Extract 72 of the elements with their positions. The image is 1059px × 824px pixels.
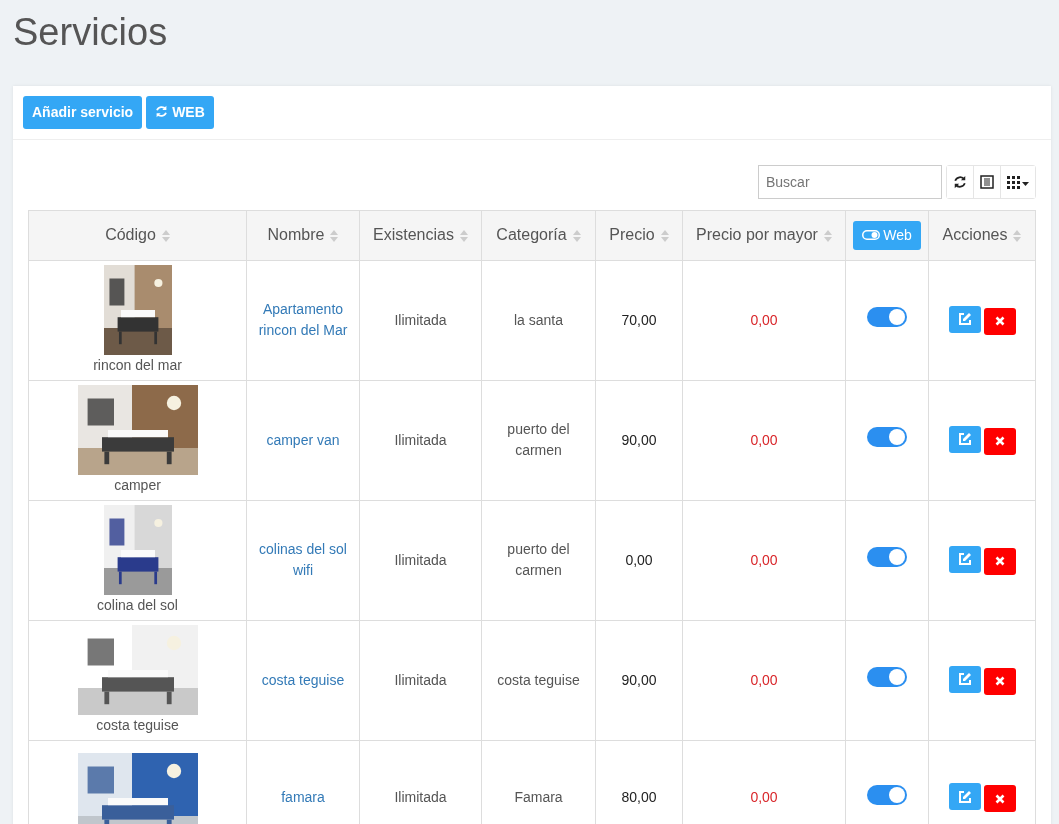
image-caption: colina del sol <box>96 595 179 615</box>
grid-icon <box>1007 175 1029 189</box>
stock-text: Ilimitada <box>394 789 447 806</box>
wholesale-price-text: 0,00 <box>750 551 778 568</box>
price-text: 90,00 <box>621 431 657 448</box>
stock-text: Ilimitada <box>394 431 447 448</box>
refresh-button[interactable] <box>947 165 974 198</box>
column-header[interactable]: Precio <box>609 226 655 244</box>
price-text: 0,00 <box>625 551 653 568</box>
stock-text: Ilimitada <box>394 671 447 688</box>
web-column-button[interactable]: Web <box>853 220 921 250</box>
category-text: costa teguise <box>497 671 580 688</box>
delete-button[interactable] <box>983 667 1016 695</box>
column-header[interactable]: Nombre <box>267 226 325 244</box>
list-icon <box>980 175 994 190</box>
close-icon <box>994 793 1005 804</box>
edit-icon <box>957 789 972 804</box>
sort-icon <box>660 228 669 243</box>
price-text: 90,00 <box>621 671 657 688</box>
sort-icon <box>459 228 468 243</box>
price-text: 70,00 <box>621 311 657 328</box>
service-name-link[interactable]: camper van <box>255 429 351 451</box>
web-toggle[interactable] <box>867 784 907 805</box>
refresh-icon <box>953 175 967 190</box>
close-icon <box>994 676 1005 687</box>
close-icon <box>994 316 1005 327</box>
sort-icon <box>823 228 832 243</box>
stock-text: Ilimitada <box>394 311 447 328</box>
column-header[interactable]: Código <box>105 226 156 244</box>
search-field[interactable]: Buscar <box>758 164 942 199</box>
web-toggle[interactable] <box>867 667 907 688</box>
close-icon <box>994 556 1005 567</box>
image-caption: rincon del mar <box>92 355 183 375</box>
delete-button[interactable] <box>983 785 1016 813</box>
web-sync-button[interactable]: WEB <box>146 95 214 129</box>
edit-button[interactable] <box>948 305 981 333</box>
close-icon <box>994 436 1005 447</box>
edit-icon <box>957 312 972 327</box>
wholesale-price-text: 0,00 <box>750 311 778 328</box>
sort-icon <box>572 228 581 243</box>
delete-button[interactable] <box>983 427 1016 455</box>
image-caption: costa teguise <box>95 715 180 735</box>
stock-text: Ilimitada <box>394 551 447 568</box>
edit-button[interactable] <box>948 783 981 811</box>
edit-icon <box>957 552 972 567</box>
edit-button[interactable] <box>948 665 981 693</box>
category-text: puerto del carmen <box>507 541 570 579</box>
edit-button[interactable] <box>948 425 981 453</box>
wholesale-price-text: 0,00 <box>750 671 778 688</box>
add-service-button[interactable]: Añadir servicio <box>23 95 143 129</box>
toggle-icon <box>862 229 881 240</box>
service-name-link[interactable]: costa teguise <box>255 669 351 691</box>
wholesale-price-text: 0,00 <box>750 789 778 806</box>
edit-icon <box>957 672 972 687</box>
sort-icon <box>330 228 339 243</box>
web-toggle[interactable] <box>867 307 907 328</box>
refresh-icon <box>155 104 169 118</box>
edit-icon <box>957 432 972 447</box>
category-text: puerto del carmen <box>507 421 570 459</box>
category-text: Famara <box>514 789 563 806</box>
image-caption: camper <box>113 475 162 495</box>
price-text: 80,00 <box>621 789 657 806</box>
edit-button[interactable] <box>948 545 981 573</box>
sort-icon <box>161 228 170 243</box>
web-toggle[interactable] <box>867 427 907 448</box>
delete-button[interactable] <box>983 307 1016 335</box>
category-text: la santa <box>513 311 563 328</box>
web-toggle[interactable] <box>867 547 907 568</box>
page-title: Servicios <box>13 10 169 55</box>
sort-icon <box>1013 228 1022 243</box>
wholesale-price-text: 0,00 <box>750 431 778 448</box>
delete-button[interactable] <box>983 547 1016 575</box>
